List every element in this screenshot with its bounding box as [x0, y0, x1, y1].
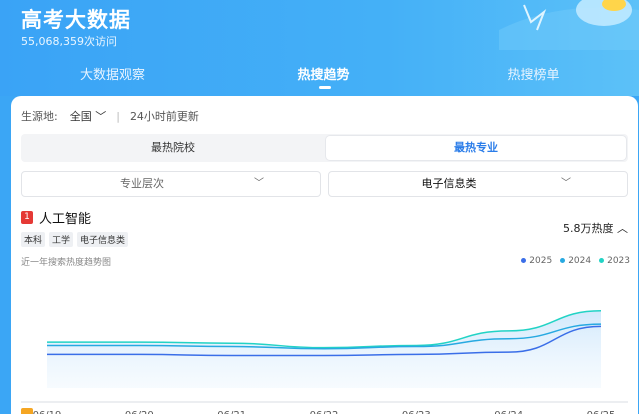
active-tab-indicator — [319, 86, 331, 89]
source-line: 生源地: 全国 ﹀ | 24小时前更新 — [21, 108, 199, 124]
major-name[interactable]: 人工智能 — [39, 208, 91, 227]
update-time: 24小时前更新 — [129, 110, 199, 123]
heat-value: 5.8万热度 — [563, 222, 614, 235]
x-tick-label: 06/22 — [310, 410, 339, 414]
tag-degree: 本科 — [21, 232, 46, 247]
tag-category: 电子信息类 — [77, 232, 129, 247]
source-label: 生源地: — [21, 110, 58, 123]
x-tick-label: 06/20 — [125, 410, 154, 414]
tab-big-data[interactable]: 大数据观察 — [6, 64, 219, 83]
major-level-select[interactable]: 专业层次 ﹀ — [21, 171, 321, 197]
major-header: 1 人工智能 — [21, 208, 91, 227]
decoration-icon — [499, 0, 639, 50]
tag-discipline: 工学 — [49, 232, 74, 247]
heat-toggle[interactable]: 5.8万热度 ︿ — [563, 220, 628, 236]
major-tags: 本科 工学 电子信息类 — [21, 232, 129, 247]
content-card: 生源地: 全国 ﹀ | 24小时前更新 最热院校 最热专业 专业层次 ﹀ 电子信… — [11, 96, 638, 414]
region-value: 全国 — [69, 110, 92, 123]
segment-hot-schools[interactable]: 最热院校 — [23, 136, 323, 160]
legend-2023: 2023 — [599, 256, 630, 266]
category-select[interactable]: 电子信息类 ﹀ — [328, 171, 628, 197]
chevron-down-icon: ﹀ — [95, 110, 107, 123]
legend-label: 2023 — [607, 256, 630, 266]
major-level-value: 专业层次 — [120, 177, 164, 190]
x-tick-label: 06/21 — [217, 410, 246, 414]
chevron-down-icon: ﹀ — [561, 178, 571, 189]
chart-legend: 2025 2024 2023 — [521, 256, 630, 266]
chevron-down-icon: ﹀ — [254, 178, 264, 189]
legend-dot-icon — [521, 258, 527, 263]
app-title: 高考大数据 — [21, 8, 131, 32]
trend-chart: 06/19 06/20 06/21 06/22 06/23 06/24 06/25 — [21, 309, 628, 414]
region-selector[interactable]: 全国 ﹀ — [70, 108, 107, 124]
divider: | — [116, 109, 120, 123]
tab-hot-ranking[interactable]: 热搜榜单 — [427, 64, 639, 83]
segment-hot-majors[interactable]: 最热专业 — [326, 136, 626, 160]
app-header: 高考大数据 55,068,359次访问 大数据观察 热搜趋势 热搜榜单 — [0, 0, 639, 96]
x-tick-label: 06/23 — [402, 410, 431, 414]
legend-dot-icon — [560, 258, 566, 263]
tab-hot-trends[interactable]: 热搜趋势 — [217, 64, 430, 83]
rank-badge: 1 — [21, 211, 33, 224]
legend-2024: 2024 — [560, 256, 591, 266]
chevron-up-icon: ︿ — [617, 222, 628, 235]
x-tick-label: 06/19 — [33, 410, 62, 414]
legend-label: 2024 — [568, 256, 592, 266]
legend-2025: 2025 — [521, 256, 552, 266]
next-rank-badge — [21, 408, 33, 414]
category-value: 电子信息类 — [421, 177, 477, 190]
visit-count: 55,068,359次访问 — [21, 35, 117, 48]
legend-label: 2025 — [529, 256, 553, 266]
segment-control: 最热院校 最热专业 — [21, 134, 628, 162]
x-tick-label: 06/25 — [587, 410, 616, 414]
x-tick-label: 06/24 — [494, 410, 523, 414]
legend-dot-icon — [599, 258, 605, 263]
